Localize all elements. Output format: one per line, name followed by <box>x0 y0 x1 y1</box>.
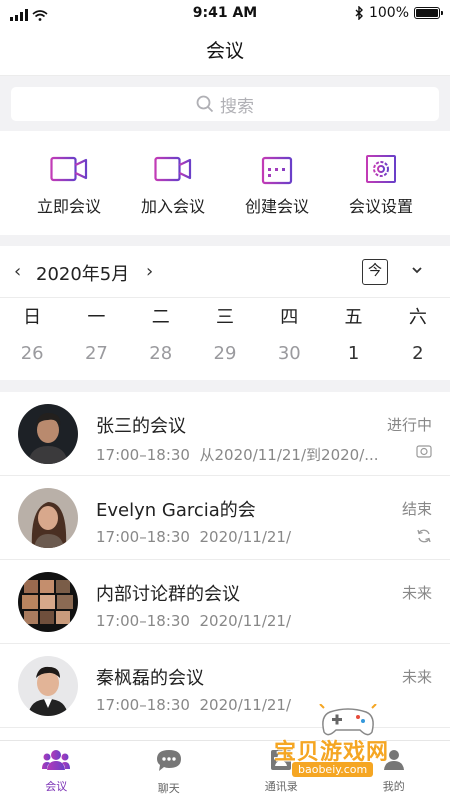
weekday-label: 五 <box>344 307 363 328</box>
meeting-item[interactable]: 张三的会议 17:00–18:30 从2020/11/21/到2020/... … <box>0 392 450 476</box>
search-area: 搜索 <box>0 77 450 131</box>
video-camera-icon <box>50 156 88 182</box>
weekday-label: 四 <box>280 307 299 328</box>
search-icon <box>196 95 214 113</box>
calendar-month: 2020年5月 <box>36 264 130 285</box>
action-label: 立即会议 <box>36 197 101 216</box>
meeting-status: 进行中 <box>386 416 432 434</box>
calendar-header: ‹ 2020年5月 › 今 <box>0 246 450 298</box>
watermark-url: baobeiy.com <box>292 762 374 777</box>
date-cell[interactable]: 1 <box>321 332 385 376</box>
weekday-label: 日 <box>23 307 42 328</box>
battery-icon <box>414 7 443 19</box>
watermark-logo: 宝贝游戏网 baobeiy.com <box>268 704 428 794</box>
next-month-button[interactable]: › <box>146 261 153 282</box>
search-input[interactable]: 搜索 <box>11 87 439 121</box>
meeting-list: 张三的会议 17:00–18:30 从2020/11/21/到2020/... … <box>0 392 450 740</box>
meeting-time: 17:00–18:30 2020/11/21/ <box>96 612 292 630</box>
quick-actions: 立即会议 加入会议 创建会议 会议设置 <box>0 131 450 235</box>
people-icon <box>42 750 71 770</box>
create-meeting-button[interactable]: 创建会议 <box>225 131 329 235</box>
gamepad-icon <box>319 704 377 736</box>
date-cell[interactable]: 26 <box>0 332 64 376</box>
meeting-item[interactable]: Evelyn Garcia的会 17:00–18:30 2020/11/21/ … <box>0 476 450 560</box>
meeting-status: 结束 <box>401 500 432 518</box>
action-label: 加入会议 <box>140 197 205 216</box>
refresh-icon <box>417 529 431 543</box>
bluetooth-icon <box>355 6 363 20</box>
action-label: 创建会议 <box>244 197 309 216</box>
meeting-title: Evelyn Garcia的会 <box>96 500 256 521</box>
status-bar: 9:41 AM 100% <box>0 0 450 28</box>
meeting-title: 内部讨论群的会议 <box>96 584 240 605</box>
date-cell[interactable]: 28 <box>129 332 193 376</box>
tab-label: 聊天 <box>157 782 180 795</box>
prev-month-button[interactable]: ‹ <box>14 261 21 282</box>
date-cell[interactable]: 2 <box>386 332 450 376</box>
instant-meeting-button[interactable]: 立即会议 <box>17 131 121 235</box>
chevron-down-icon[interactable] <box>410 263 424 277</box>
video-camera-plus-icon <box>154 156 192 182</box>
weekday-label: 六 <box>408 307 427 328</box>
meeting-title: 张三的会议 <box>96 416 186 437</box>
date-cell[interactable]: 30 <box>257 332 321 376</box>
meeting-settings-button[interactable]: 会议设置 <box>329 131 433 235</box>
meeting-title: 秦枫磊的会议 <box>96 668 204 689</box>
date-cell[interactable]: 29 <box>193 332 257 376</box>
camera-icon <box>416 445 432 458</box>
meeting-status: 未来 <box>401 584 432 602</box>
tab-label: 会议 <box>45 780 68 793</box>
avatar <box>18 488 78 548</box>
page-title: 会议 <box>0 28 450 76</box>
settings-gear-icon <box>366 155 396 183</box>
week-calendar: ‹ 2020年5月 › 今 日 一 二 三 四 五 六 26 27 28 29 … <box>0 246 450 380</box>
weekday-label: 三 <box>215 307 234 328</box>
meeting-status: 未来 <box>401 668 432 686</box>
avatar <box>18 404 78 464</box>
calendar-plus-icon <box>261 155 293 185</box>
weekday-label: 一 <box>87 307 106 328</box>
weekday-label: 二 <box>151 307 170 328</box>
avatar <box>18 572 78 632</box>
meeting-time: 17:00–18:30 从2020/11/21/到2020/... <box>96 446 379 464</box>
avatar <box>18 656 78 716</box>
search-placeholder: 搜索 <box>220 96 254 117</box>
meeting-time: 17:00–18:30 2020/11/21/ <box>96 528 292 546</box>
status-right: 100% <box>355 5 443 21</box>
weekday-row: 日 一 二 三 四 五 六 <box>0 298 450 332</box>
date-row: 26 27 28 29 30 1 2 <box>0 332 450 376</box>
tab-chat[interactable]: 聊天 <box>113 741 226 800</box>
date-cell[interactable]: 27 <box>64 332 128 376</box>
chat-bubble-icon <box>156 750 181 771</box>
meeting-item[interactable]: 内部讨论群的会议 17:00–18:30 2020/11/21/ 未来 <box>0 560 450 644</box>
join-meeting-button[interactable]: 加入会议 <box>121 131 225 235</box>
tab-meeting[interactable]: 会议 <box>0 741 113 800</box>
battery-percent: 100% <box>368 5 409 21</box>
action-label: 会议设置 <box>348 197 413 216</box>
today-button[interactable]: 今 <box>362 259 388 285</box>
